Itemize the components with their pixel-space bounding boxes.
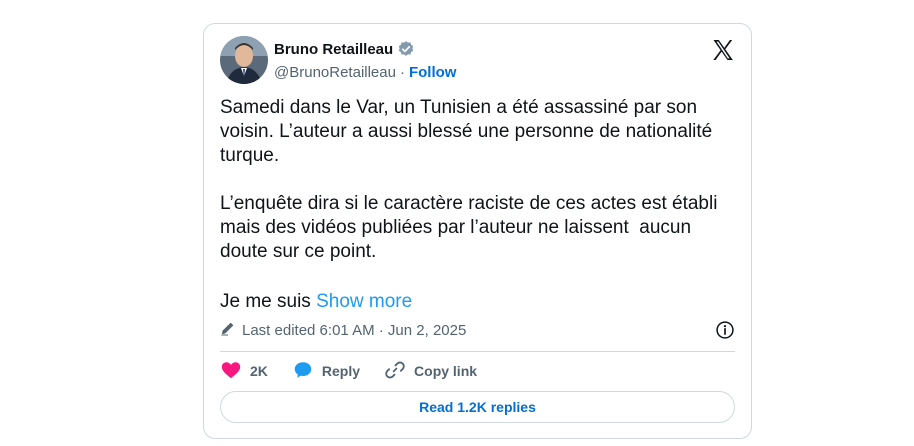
tweet-text: Samedi dans le Var, un Tunisien a été as…: [220, 97, 718, 262]
separator-dot: ·: [399, 64, 405, 81]
action-bar: 2K Reply Copy link: [220, 360, 501, 382]
speech-bubble-icon: [292, 359, 314, 384]
tweet-truncated-text: Je me suis: [220, 291, 311, 312]
verified-badge-icon: [397, 40, 415, 58]
tweet-card: Bruno Retailleau @BrunoRetailleau · Foll…: [203, 23, 752, 439]
x-logo-icon[interactable]: [711, 38, 735, 62]
author-name-row: Bruno Retailleau: [274, 40, 415, 58]
copy-link-button[interactable]: Copy link: [384, 359, 477, 384]
info-icon[interactable]: [715, 320, 735, 340]
reply-label: Reply: [321, 363, 361, 379]
follow-button[interactable]: Follow: [409, 64, 457, 81]
copy-link-label: Copy link: [414, 363, 478, 379]
handle-row: @BrunoRetailleau · Follow: [274, 64, 456, 81]
read-replies-button[interactable]: Read 1.2K replies: [220, 391, 735, 423]
heart-icon: [220, 359, 242, 384]
reply-button[interactable]: Reply: [292, 359, 360, 384]
tweet-meta: Last edited 6:01 AM · Jun 2, 2025: [220, 320, 466, 340]
show-more-link[interactable]: Show more: [316, 291, 412, 312]
pencil-icon: [220, 320, 236, 340]
divider: [220, 351, 735, 352]
read-replies-label: Read 1.2K replies: [419, 399, 536, 415]
edited-timestamp[interactable]: Last edited 6:01 AM · Jun 2, 2025: [242, 322, 466, 339]
avatar[interactable]: [220, 36, 268, 84]
like-button[interactable]: 2K: [220, 359, 268, 384]
like-count: 2K: [250, 363, 268, 379]
tweet-truncated-line: Je me suis Show more: [220, 290, 412, 314]
link-icon: [384, 359, 406, 384]
author-name[interactable]: Bruno Retailleau: [274, 41, 393, 58]
author-handle[interactable]: @BrunoRetailleau: [274, 64, 396, 81]
